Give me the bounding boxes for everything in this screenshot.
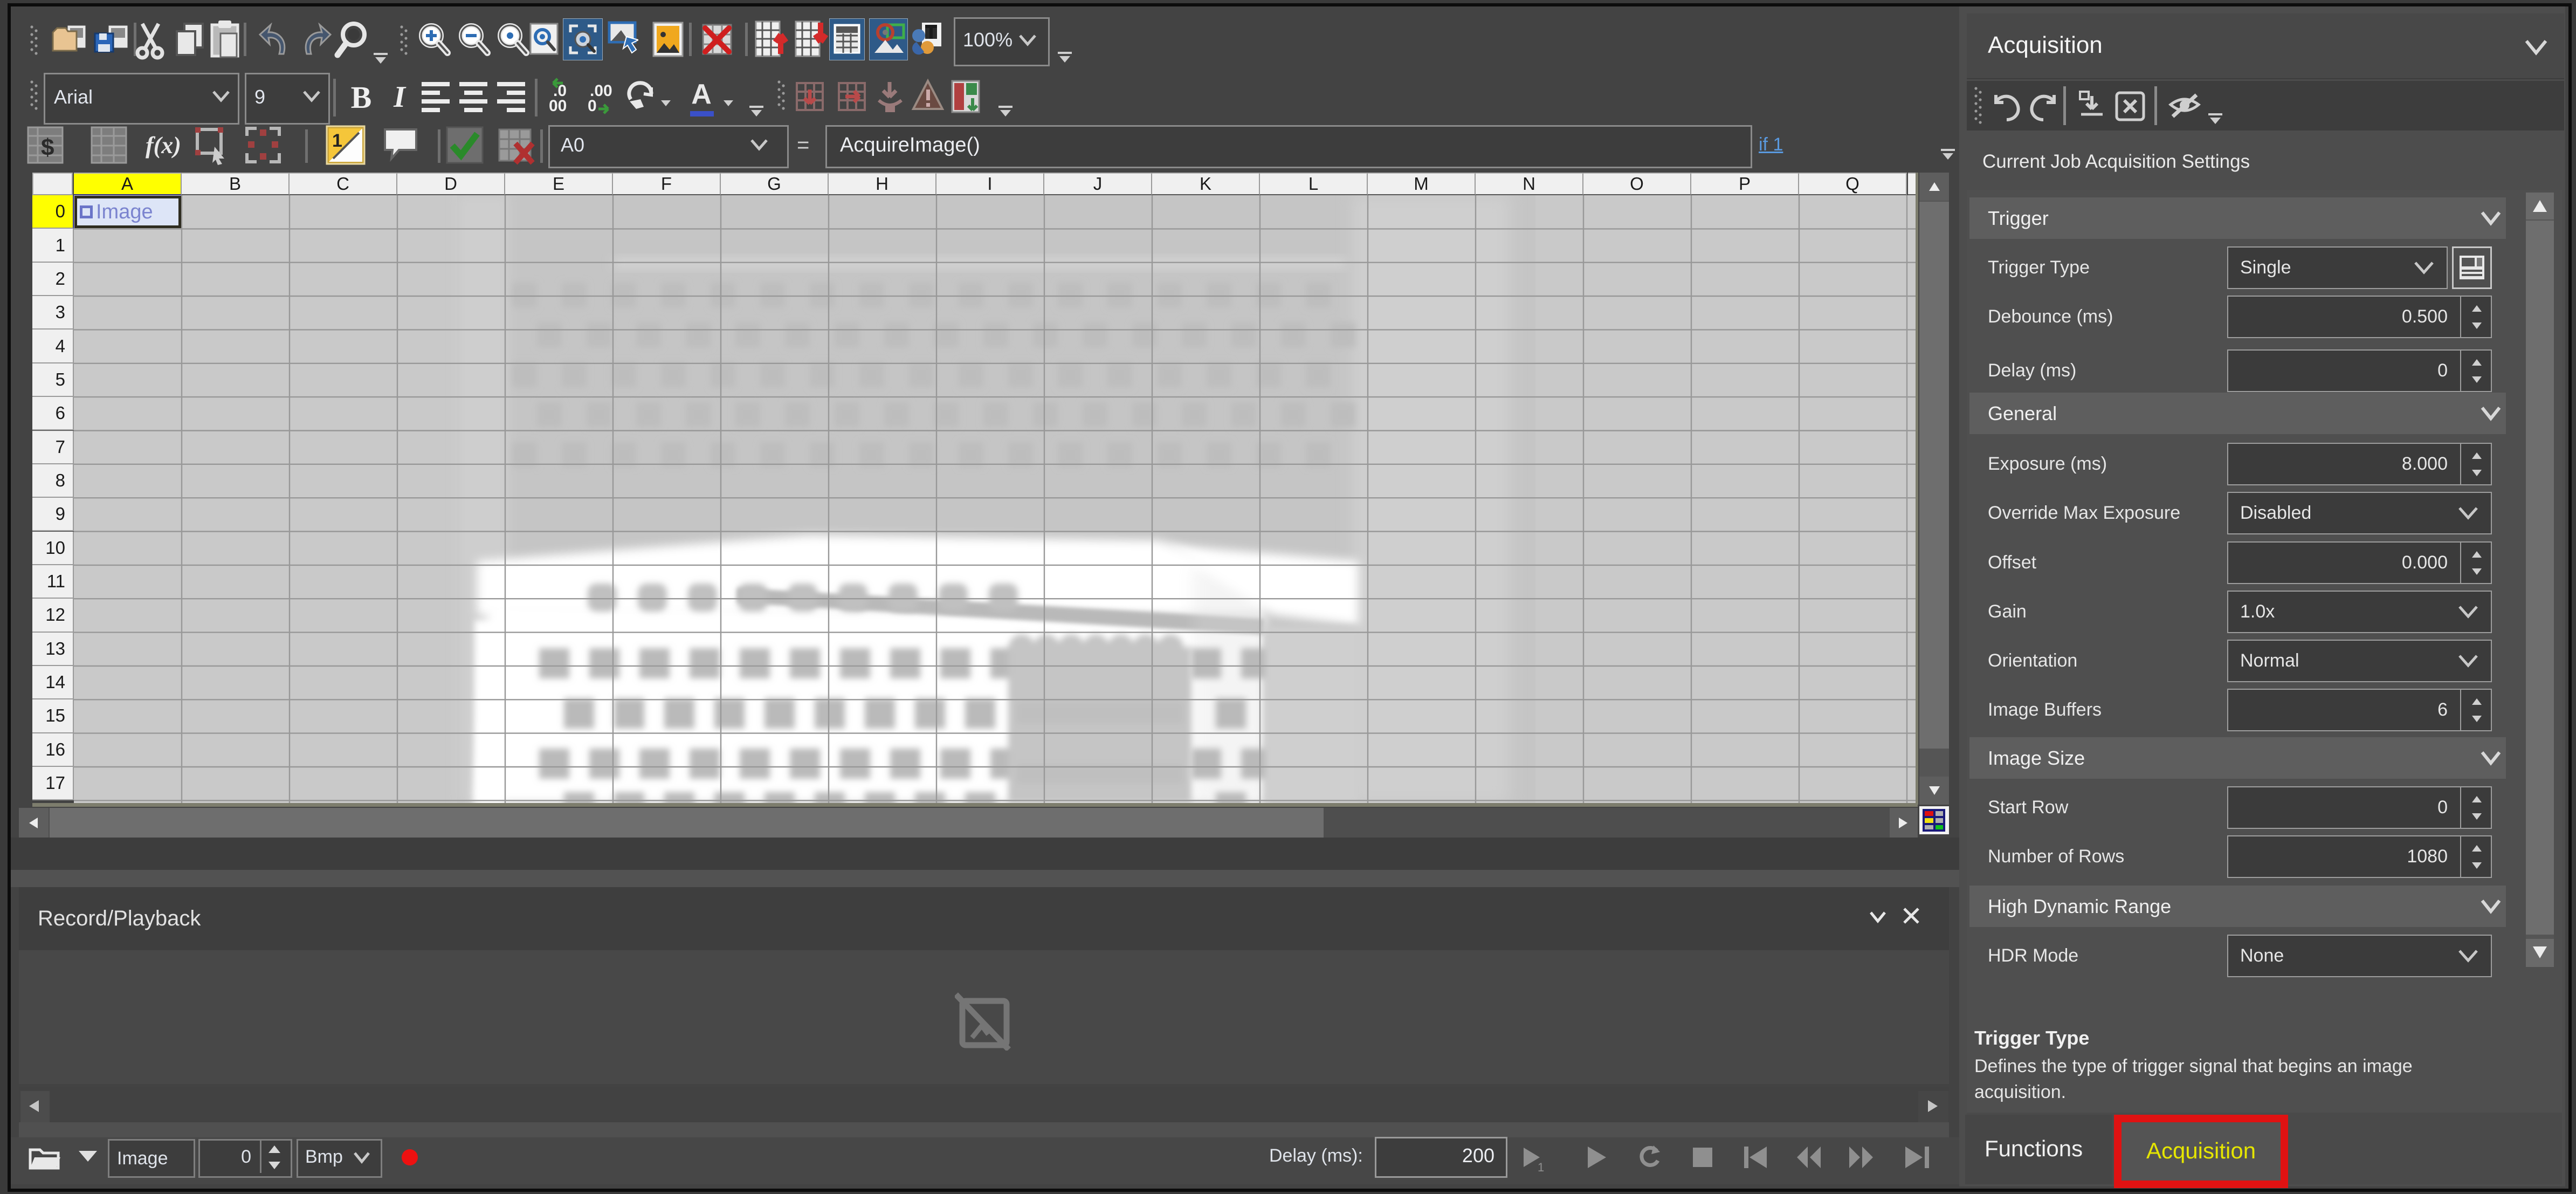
svg-text:$: $ <box>41 134 54 161</box>
svg-text:f(x): f(x) <box>146 132 181 159</box>
svg-text:1: 1 <box>1538 1161 1544 1171</box>
svg-text:0: 0 <box>588 97 597 115</box>
svg-text:1: 1 <box>332 131 342 151</box>
svg-text:00: 00 <box>549 97 567 115</box>
